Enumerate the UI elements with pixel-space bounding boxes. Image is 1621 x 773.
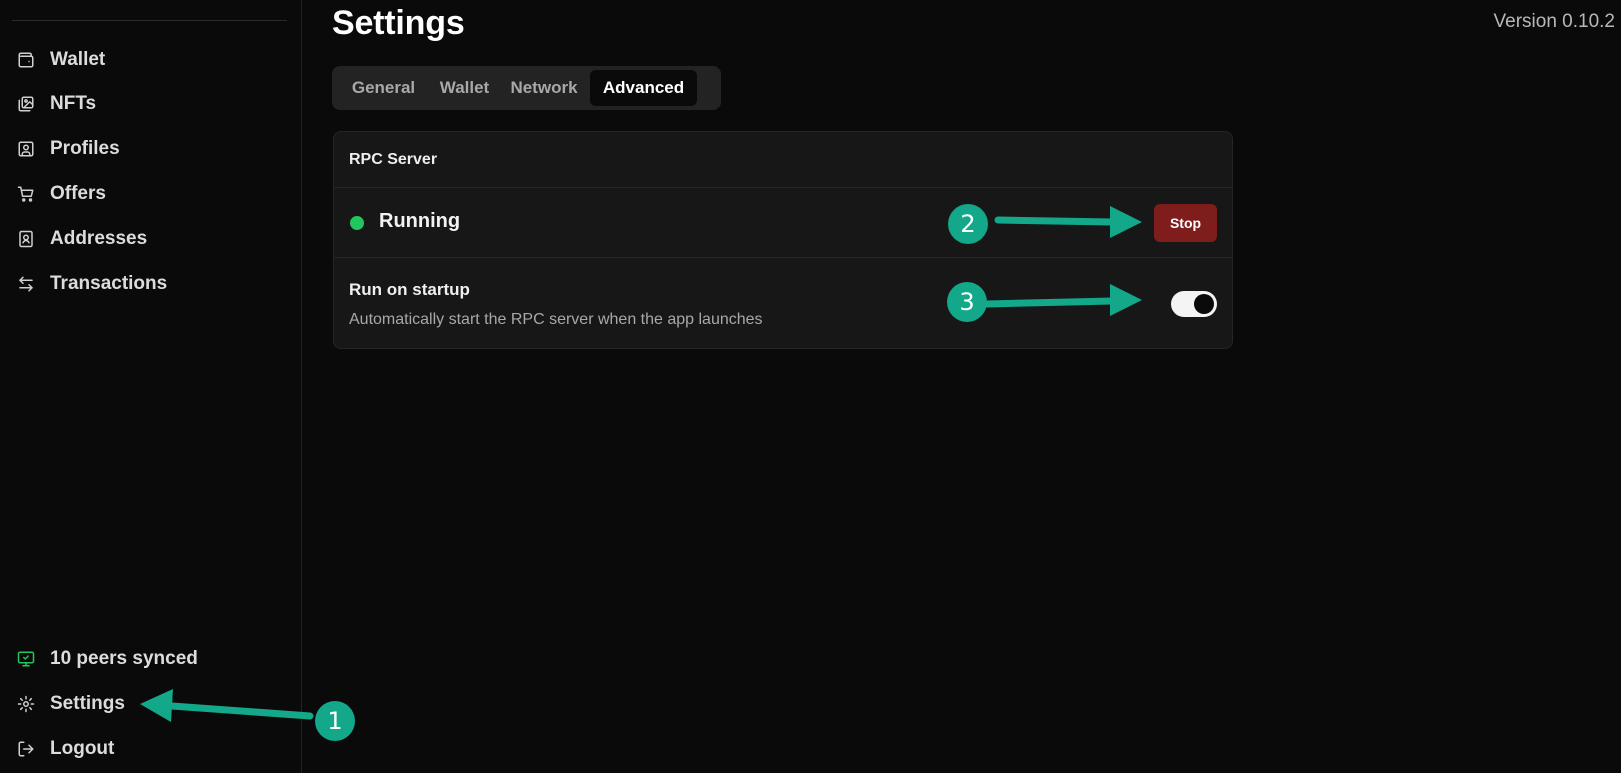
app-window: Wallet NFTs Profiles Offers Addresses Tr… xyxy=(0,0,1621,773)
stop-button[interactable]: Stop xyxy=(1154,204,1217,242)
sidebar-item-label: Profiles xyxy=(50,138,120,159)
contact-book-icon xyxy=(16,229,36,249)
status-text: Running xyxy=(379,210,461,232)
wallet-icon xyxy=(16,50,36,70)
sidebar-item-offers[interactable]: Offers xyxy=(0,176,300,212)
sidebar-item-transactions[interactable]: Transactions xyxy=(0,266,300,302)
sidebar-item-label: Wallet xyxy=(50,49,106,70)
settings-tabs: General Wallet Network Advanced xyxy=(332,66,721,110)
status-indicator xyxy=(350,216,364,230)
monitor-check-icon xyxy=(16,649,36,669)
startup-label: Run on startup xyxy=(349,280,470,299)
user-square-icon xyxy=(16,139,36,159)
cart-icon xyxy=(16,184,36,204)
sidebar-divider xyxy=(12,20,287,21)
annotation-badge-1: 1 xyxy=(315,701,355,741)
tab-network[interactable]: Network xyxy=(498,70,590,106)
tab-wallet[interactable]: Wallet xyxy=(431,70,498,106)
toggle-knob xyxy=(1194,294,1214,314)
tab-general[interactable]: General xyxy=(336,70,431,106)
version-label: Version 0.10.2 xyxy=(1493,11,1615,32)
sidebar-item-label: Addresses xyxy=(50,228,148,249)
sidebar-item-label: 10 peers synced xyxy=(50,648,198,669)
card-title: RPC Server xyxy=(334,132,1232,188)
sidebar-item-label: Settings xyxy=(50,693,125,714)
sidebar-item-label: Offers xyxy=(50,183,106,204)
rpc-status-row: Running Stop xyxy=(334,188,1232,258)
tab-advanced[interactable]: Advanced xyxy=(590,70,697,106)
sidebar-item-addresses[interactable]: Addresses xyxy=(0,221,300,257)
sidebar: Wallet NFTs Profiles Offers Addresses Tr… xyxy=(0,0,302,773)
sidebar-item-label: Logout xyxy=(50,738,115,759)
rpc-server-card: RPC Server Running Stop Run on startup A… xyxy=(333,131,1233,349)
sidebar-item-label: NFTs xyxy=(50,93,97,114)
sidebar-item-settings[interactable]: Settings xyxy=(0,686,300,722)
run-on-startup-toggle[interactable] xyxy=(1171,291,1217,317)
startup-description: Automatically start the RPC server when … xyxy=(349,311,763,328)
sidebar-item-peers[interactable]: 10 peers synced xyxy=(0,641,300,677)
sidebar-item-label: Transactions xyxy=(50,273,168,294)
logout-icon xyxy=(16,739,36,759)
gear-icon xyxy=(16,694,36,714)
annotation-badge-2: 2 xyxy=(948,204,988,244)
page-title: Settings xyxy=(332,4,465,42)
sidebar-item-logout[interactable]: Logout xyxy=(0,731,300,767)
arrows-left-right-icon xyxy=(16,274,36,294)
sidebar-item-nfts[interactable]: NFTs xyxy=(0,86,300,122)
sidebar-item-wallet[interactable]: Wallet xyxy=(0,42,300,78)
annotation-badge-3: 3 xyxy=(947,282,987,322)
sidebar-item-profiles[interactable]: Profiles xyxy=(0,131,300,167)
images-icon xyxy=(16,94,36,114)
run-on-startup-row: Run on startup Automatically start the R… xyxy=(334,258,1232,348)
